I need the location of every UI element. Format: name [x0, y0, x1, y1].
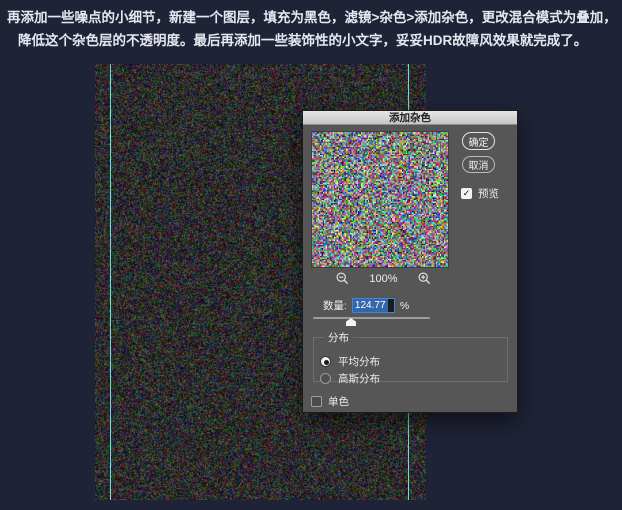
monochrome-checkbox-row[interactable]: 单色: [311, 394, 349, 409]
zoom-out-icon[interactable]: [336, 272, 349, 285]
zoom-controls: 100%: [311, 271, 449, 286]
amount-unit: %: [400, 300, 409, 312]
distribution-group: 分布 平均分布 高斯分布: [313, 330, 508, 382]
ok-button[interactable]: 确定: [462, 132, 495, 150]
amount-value-selected: 124.77: [353, 299, 388, 312]
amount-label: 数量:: [323, 298, 347, 313]
amount-slider-thumb[interactable]: [346, 318, 356, 326]
guide-line-left: [110, 64, 111, 500]
uniform-radio-row[interactable]: 平均分布: [320, 353, 507, 370]
preview-checkbox-label: 预览: [478, 186, 499, 201]
gaussian-radio-label: 高斯分布: [338, 371, 380, 386]
distribution-legend: 分布: [324, 330, 353, 345]
noise-preview-box[interactable]: [311, 131, 449, 268]
gaussian-radio-row[interactable]: 高斯分布: [320, 370, 507, 387]
dialog-titlebar[interactable]: 添加杂色: [303, 111, 517, 125]
uniform-radio-label: 平均分布: [338, 354, 380, 369]
noise-preview: [312, 132, 448, 267]
zoom-in-icon[interactable]: [418, 272, 431, 285]
ok-button-label: 确定: [469, 134, 489, 149]
intro-paragraph: 再添加一些噪点的小细节，新建一个图层，填充为黑色，滤镜>杂色>添加杂色，更改混合…: [7, 6, 619, 52]
intro-line-1: 再添加一些噪点的小细节，新建一个图层，填充为黑色，滤镜>杂色>添加杂色，更改混合…: [7, 6, 619, 29]
dialog-title: 添加杂色: [389, 112, 431, 124]
amount-input[interactable]: 124.77: [352, 298, 395, 313]
cancel-button[interactable]: 取消: [462, 156, 495, 173]
uniform-radio[interactable]: [320, 356, 331, 367]
monochrome-checkbox[interactable]: [311, 396, 322, 407]
zoom-level: 100%: [369, 273, 397, 285]
gaussian-radio[interactable]: [320, 373, 331, 384]
monochrome-checkbox-label: 单色: [328, 394, 349, 409]
add-noise-dialog: 添加杂色 确定 取消 ✓ 预览 100% 数量: 124.77 % 分布 平均分…: [303, 111, 517, 412]
preview-checkbox-row[interactable]: ✓ 预览: [461, 186, 499, 201]
cancel-button-label: 取消: [469, 157, 489, 172]
tutorial-page: 再添加一些噪点的小细节，新建一个图层，填充为黑色，滤镜>杂色>添加杂色，更改混合…: [0, 0, 622, 510]
intro-line-2: 降低这个杂色层的不透明度。最后再添加一些装饰性的小文字，妥妥HDR故障风效果就完…: [18, 29, 619, 52]
check-icon: ✓: [463, 188, 471, 199]
amount-slider-track[interactable]: [313, 317, 430, 319]
preview-checkbox[interactable]: ✓: [461, 188, 472, 199]
amount-row: 数量: 124.77 %: [303, 298, 517, 313]
